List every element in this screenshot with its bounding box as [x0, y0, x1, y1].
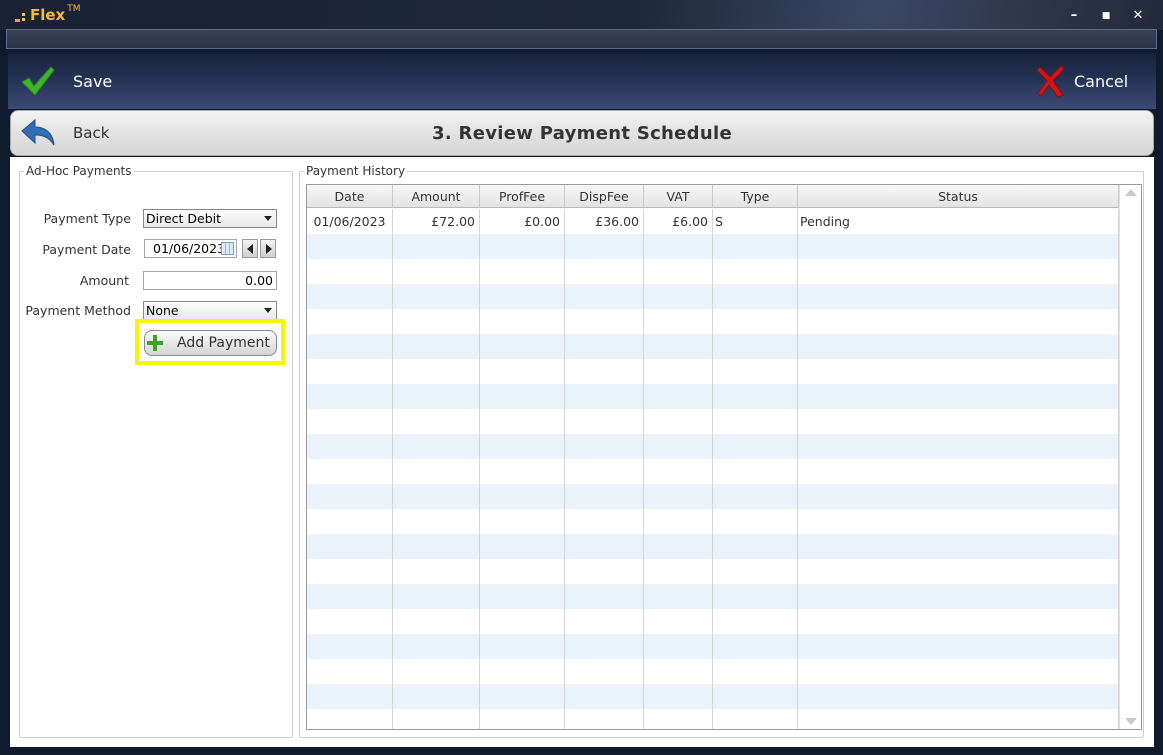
empty-grid-row [307, 384, 1119, 409]
plus-icon [147, 335, 163, 351]
empty-grid-row [307, 584, 1119, 609]
empty-grid-row [307, 634, 1119, 659]
close-icon: ✕ [1132, 8, 1144, 23]
arrow-right-icon [266, 244, 272, 254]
empty-grid-row [307, 309, 1119, 334]
payment-history-grid[interactable]: Date Amount ProfFee DispFee VAT Type Sta… [306, 184, 1142, 730]
cell-amount: £72.00 [393, 209, 480, 234]
add-payment-label: Add Payment [177, 335, 270, 351]
empty-grid-row [307, 659, 1119, 684]
maximize-icon: ■ [1101, 11, 1111, 21]
flex-logo-icon [14, 7, 28, 23]
date-prev-button[interactable] [242, 239, 258, 258]
payment-method-value: None [146, 303, 179, 318]
arrow-left-icon [247, 244, 253, 254]
app-name: Flex [30, 6, 66, 24]
column-header-type[interactable]: Type [713, 185, 798, 208]
grid-body: 01/06/2023 £72.00 £0.00 £36.00 £6.00 S P… [307, 209, 1119, 729]
empty-grid-row [307, 359, 1119, 384]
empty-grid-row [307, 259, 1119, 284]
adhoc-legend: Ad-Hoc Payments [26, 164, 132, 178]
cancel-label: Cancel [1074, 71, 1129, 91]
payment-type-label: Payment Type [43, 211, 131, 226]
table-row[interactable]: 01/06/2023 £72.00 £0.00 £36.00 £6.00 S P… [307, 209, 1119, 234]
check-icon [21, 66, 55, 96]
cell-date: 01/06/2023 [307, 209, 393, 234]
column-header-status[interactable]: Status [798, 185, 1119, 208]
column-header-proffee[interactable]: ProfFee [480, 185, 565, 208]
empty-grid-row [307, 534, 1119, 559]
close-window-button[interactable]: ✕ [1130, 8, 1146, 24]
empty-grid-row [307, 434, 1119, 459]
payment-date-input[interactable]: 01/06/2023 [144, 239, 237, 258]
chevron-down-icon [264, 308, 272, 313]
empty-grid-row [307, 559, 1119, 584]
column-header-vat[interactable]: VAT [644, 185, 713, 208]
scroll-up-icon[interactable] [1125, 189, 1137, 196]
payment-method-select[interactable]: None [143, 301, 277, 320]
empty-grid-row [307, 484, 1119, 509]
cell-status: Pending [798, 209, 1119, 234]
payment-method-label: Payment Method [25, 303, 131, 318]
page-title: 3. Review Payment Schedule [432, 123, 732, 144]
add-payment-button[interactable]: Add Payment [144, 330, 277, 356]
app-logo: Flex TM [14, 4, 81, 25]
grid-scrollbar[interactable] [1119, 185, 1141, 729]
toolbar: Save Cancel [8, 53, 1156, 109]
save-button[interactable]: Save [20, 53, 112, 109]
grid-header-row: Date Amount ProfFee DispFee VAT Type Sta… [307, 185, 1119, 208]
trademark: TM [67, 4, 81, 14]
payment-date-value: 01/06/2023 [153, 241, 226, 256]
minimize-button[interactable]: – [1066, 8, 1082, 24]
cell-vat: £6.00 [644, 209, 713, 234]
amount-input[interactable]: 0.00 [143, 271, 277, 290]
payment-type-value: Direct Debit [146, 211, 222, 226]
empty-grid-row [307, 709, 1119, 729]
empty-grid-row [307, 509, 1119, 534]
cancel-button[interactable]: Cancel [1036, 53, 1156, 109]
menu-strip [6, 29, 1157, 49]
empty-grid-row [307, 459, 1119, 484]
cell-proffee: £0.00 [480, 209, 565, 234]
payment-type-select[interactable]: Direct Debit [143, 209, 277, 228]
chevron-down-icon [264, 216, 272, 221]
minimize-icon: – [1070, 8, 1078, 23]
empty-grid-row [307, 334, 1119, 359]
amount-label: Amount [79, 273, 129, 288]
maximize-button[interactable]: ■ [1098, 8, 1114, 24]
save-label: Save [73, 71, 113, 91]
title-bar: Flex TM – ■ ✕ [0, 0, 1163, 30]
cell-type: S [713, 209, 798, 234]
page-header: Back 3. Review Payment Schedule [10, 110, 1154, 156]
empty-grid-row [307, 234, 1119, 259]
empty-grid-row [307, 609, 1119, 634]
empty-grid-row [307, 284, 1119, 309]
calendar-icon[interactable] [221, 242, 234, 255]
column-header-amount[interactable]: Amount [393, 185, 480, 208]
scroll-down-icon[interactable] [1125, 718, 1137, 725]
history-legend: Payment History [306, 164, 406, 178]
cross-icon [1036, 65, 1065, 98]
flex-window: Flex TM – ■ ✕ Save Cancel Back 3. Review… [0, 0, 1163, 755]
date-next-button[interactable] [260, 239, 276, 258]
column-header-dispfee[interactable]: DispFee [565, 185, 644, 208]
content-area: Ad-Hoc Payments Payment Type Direct Debi… [10, 157, 1154, 747]
empty-grid-row [307, 409, 1119, 434]
payment-date-label: Payment Date [42, 242, 131, 257]
column-header-date[interactable]: Date [307, 185, 393, 208]
cell-dispfee: £36.00 [565, 209, 644, 234]
empty-grid-row [307, 684, 1119, 709]
